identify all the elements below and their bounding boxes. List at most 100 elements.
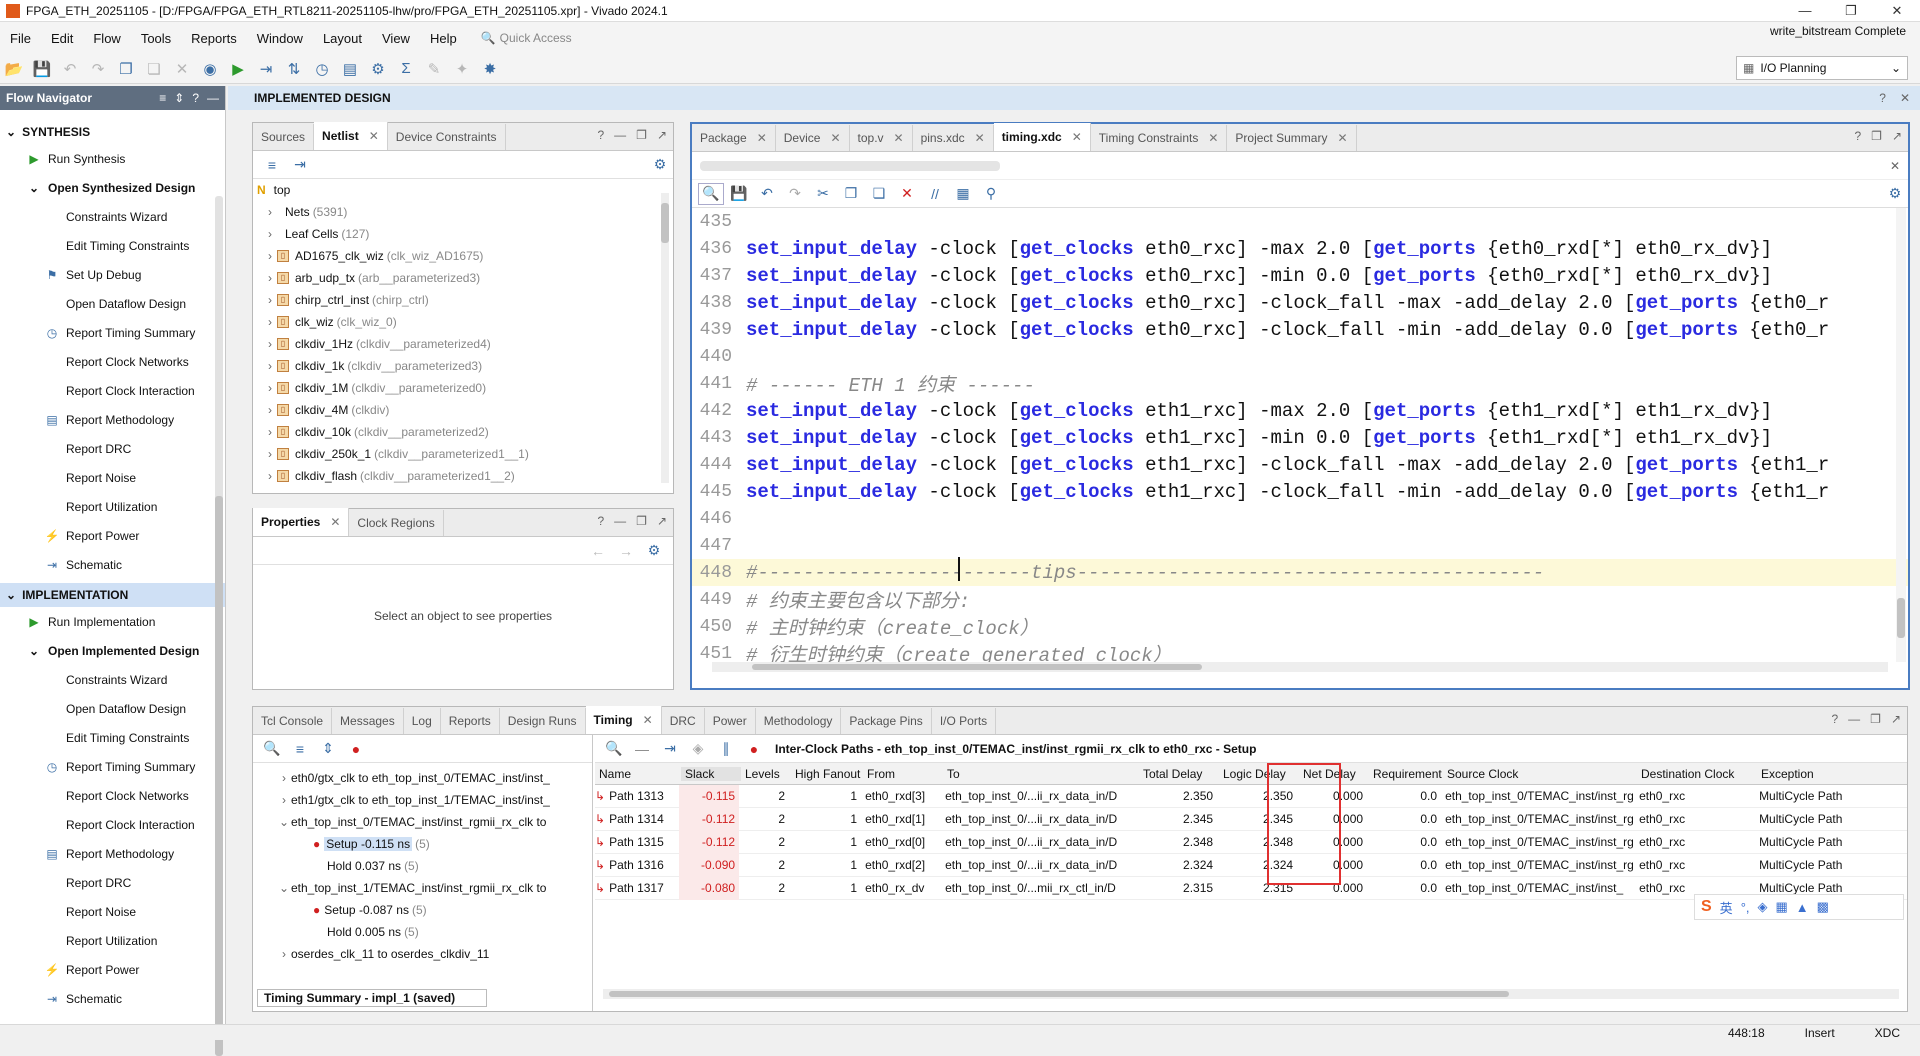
tab-properties[interactable]: Properties ✕ xyxy=(253,508,350,536)
help-icon[interactable]: ? xyxy=(597,514,604,528)
code-line[interactable]: 437 set_input_delay -clock [get_clocks et… xyxy=(692,262,1908,289)
table-row[interactable]: ↳ Path 1315 -0.112 2 1 eth0_rxd[0] eth_top_in… xyxy=(595,830,1907,854)
flow-item-report-noise[interactable]: Report Noise xyxy=(0,897,225,926)
column-header[interactable]: Requirement xyxy=(1369,767,1443,781)
flow-item-report-timing-summary[interactable]: ◷ Report Timing Summary xyxy=(0,752,225,781)
bottom-tab-messages[interactable]: Messages xyxy=(332,708,404,734)
settings-gear-icon[interactable]: ⚙ xyxy=(641,540,667,562)
tab-netlist[interactable]: Netlist ✕ xyxy=(314,122,388,150)
flow-item-report-utilization[interactable]: Report Utilization xyxy=(0,492,225,521)
close-icon[interactable]: ✕ xyxy=(975,131,985,145)
run-synthesis[interactable]: ▶ Run Synthesis xyxy=(0,144,225,173)
close-icon[interactable]: ✕ xyxy=(830,131,840,145)
bottom-tab-tcl-console[interactable]: Tcl Console xyxy=(253,708,333,734)
chevron-down-icon[interactable]: ⌄ xyxy=(277,815,291,829)
help-icon[interactable]: ? xyxy=(597,128,604,142)
minimize-panel-icon[interactable]: — xyxy=(207,91,219,105)
menu-window[interactable]: Window xyxy=(247,31,313,46)
minimize-button[interactable]: — xyxy=(1782,0,1828,22)
bottom-tab-log[interactable]: Log xyxy=(404,708,441,734)
back-arrow-icon[interactable]: ← xyxy=(585,540,611,562)
netlist-scrollbar[interactable] xyxy=(661,193,669,483)
netlist-tree-row[interactable]: › Leaf Cells (127) xyxy=(257,223,673,245)
close-window-button[interactable]: ✕ xyxy=(1874,0,1920,22)
chevron-right-icon[interactable]: › xyxy=(263,315,277,329)
close-icon[interactable]: ✕ xyxy=(1890,159,1900,173)
chevron-right-icon[interactable]: › xyxy=(263,447,277,461)
tab-sources[interactable]: Sources xyxy=(253,124,315,150)
schematic-icon[interactable]: ⇥ xyxy=(287,154,313,176)
editor-tab-pins-xdc[interactable]: pins.xdc ✕ xyxy=(913,125,994,151)
column-header[interactable]: Exception xyxy=(1757,767,1847,781)
undo-icon[interactable]: ↶ xyxy=(56,56,84,82)
menu-layout[interactable]: Layout xyxy=(313,31,372,46)
chevron-right-icon[interactable]: › xyxy=(263,271,277,285)
paste-icon[interactable]: ❏ xyxy=(140,56,168,82)
editor-hscrollbar[interactable] xyxy=(712,662,1888,672)
delete-icon[interactable]: ✕ xyxy=(894,183,920,205)
flow-item-constraints-wizard[interactable]: Constraints Wizard xyxy=(0,202,225,231)
flow-item-report-clock-interaction[interactable]: Report Clock Interaction xyxy=(0,376,225,405)
open-synthesized-design[interactable]: ⌄ Open Synthesized Design xyxy=(0,173,225,202)
timing-tree-row[interactable]: ⌄ eth_top_inst_1/TEMAC_inst/inst_rgmii_rx… xyxy=(277,877,592,899)
expand-all-icon[interactable]: ⇕ xyxy=(315,738,341,760)
search-icon[interactable]: 🔍 xyxy=(601,738,627,760)
netlist-tree-row[interactable]: › ▯ clkdiv_1Hz (clkdiv__parameterized4) xyxy=(257,333,673,355)
close-icon[interactable]: ✕ xyxy=(1208,131,1218,145)
restore-icon[interactable]: ❐ xyxy=(1871,129,1882,143)
netlist-tree-row[interactable]: › ▯ clkdiv_250k_1 (clkdiv__parameterized1__… xyxy=(257,443,673,465)
chevron-right-icon[interactable]: › xyxy=(263,205,277,219)
close-icon[interactable]: ✕ xyxy=(757,131,767,145)
flow-item-constraints-wizard[interactable]: Constraints Wizard xyxy=(0,665,225,694)
synthesis-section[interactable]: ⌄ SYNTHESIS xyxy=(0,120,225,144)
chevron-right-icon[interactable]: › xyxy=(263,227,277,241)
chevron-down-icon[interactable]: ⌄ xyxy=(277,881,291,895)
column-header[interactable]: To xyxy=(943,767,1139,781)
chevron-right-icon[interactable]: › xyxy=(263,469,277,483)
settings-gear-icon[interactable]: ⚙ xyxy=(364,56,392,82)
timing-tree-row[interactable]: Hold 0.037 ns (5) xyxy=(277,855,592,877)
highlight-icon[interactable]: ◈ xyxy=(685,738,711,760)
netlist-tree-row[interactable]: › ▯ clk_wiz (clk_wiz_0) xyxy=(257,311,673,333)
run-implementation[interactable]: ▶ Run Implementation xyxy=(0,607,225,636)
menu-view[interactable]: View xyxy=(372,31,420,46)
ime-toolbar[interactable]: S 英 °, ◈ ▦ ▲ ▩ xyxy=(1694,894,1904,920)
code-line[interactable]: 450 # 主时钟约束（create_clock） xyxy=(692,613,1908,641)
tab-clock-regions[interactable]: Clock Regions xyxy=(349,510,444,536)
float-icon[interactable]: ↗ xyxy=(657,128,667,142)
cross-tool-icon[interactable]: ✸ xyxy=(476,56,504,82)
minimize-panel-icon[interactable]: — xyxy=(614,128,626,142)
binoculars-icon[interactable]: ◉ xyxy=(196,56,224,82)
minimize-panel-icon[interactable]: — xyxy=(614,514,626,528)
sigma-icon[interactable]: Σ xyxy=(392,56,420,82)
code-area[interactable]: 435 436 set_input_delay -clock [get_clocks… xyxy=(692,208,1908,662)
editor-tab-top-v[interactable]: top.v ✕ xyxy=(850,125,913,151)
minus-icon[interactable]: — xyxy=(629,738,655,760)
tree-root[interactable]: Ntop xyxy=(257,179,673,201)
menu-file[interactable]: File xyxy=(0,31,41,46)
bottom-tab-design-runs[interactable]: Design Runs xyxy=(500,708,586,734)
column-header[interactable]: Levels xyxy=(741,767,791,781)
flow-item-report-methodology[interactable]: ▤ Report Methodology xyxy=(0,405,225,434)
copy-icon[interactable]: ❐ xyxy=(112,56,140,82)
timer-icon[interactable]: ◷ xyxy=(308,56,336,82)
redo-icon[interactable]: ↷ xyxy=(782,183,808,205)
open-project-icon[interactable]: 📂 xyxy=(0,56,28,82)
help-icon[interactable]: ? xyxy=(1879,91,1886,105)
table-row[interactable]: ↳ Path 1314 -0.112 2 1 eth0_rxd[1] eth_top_in… xyxy=(595,807,1907,831)
editor-tab-timing-constraints[interactable]: Timing Constraints ✕ xyxy=(1091,125,1228,151)
flow-item-report-power[interactable]: ⚡ Report Power xyxy=(0,521,225,550)
flow-item-open-dataflow-design[interactable]: Open Dataflow Design xyxy=(0,694,225,723)
code-line[interactable]: 442 set_input_delay -clock [get_clocks et… xyxy=(692,397,1908,424)
flow-item-report-power[interactable]: ⚡ Report Power xyxy=(0,955,225,984)
netlist-tree-row[interactable]: › ▯ clkdiv_4M (clkdiv) xyxy=(257,399,673,421)
flow-item-edit-timing-constraints[interactable]: Edit Timing Constraints xyxy=(0,231,225,260)
quick-access-search[interactable]: 🔍 Quick Access xyxy=(481,28,631,48)
timing-tree-row[interactable]: › oserdes_clk_11 to oserdes_clkdiv_11 xyxy=(277,943,592,965)
column-header[interactable]: Destination Clock xyxy=(1637,767,1757,781)
report-icon[interactable]: ▤ xyxy=(336,56,364,82)
settings-gear-icon[interactable]: ⚙ xyxy=(1882,183,1908,205)
code-line[interactable]: 446 xyxy=(692,505,1908,532)
lightbulb-icon[interactable]: ⚲ xyxy=(978,183,1004,205)
search-icon[interactable]: 🔍 xyxy=(698,182,724,205)
